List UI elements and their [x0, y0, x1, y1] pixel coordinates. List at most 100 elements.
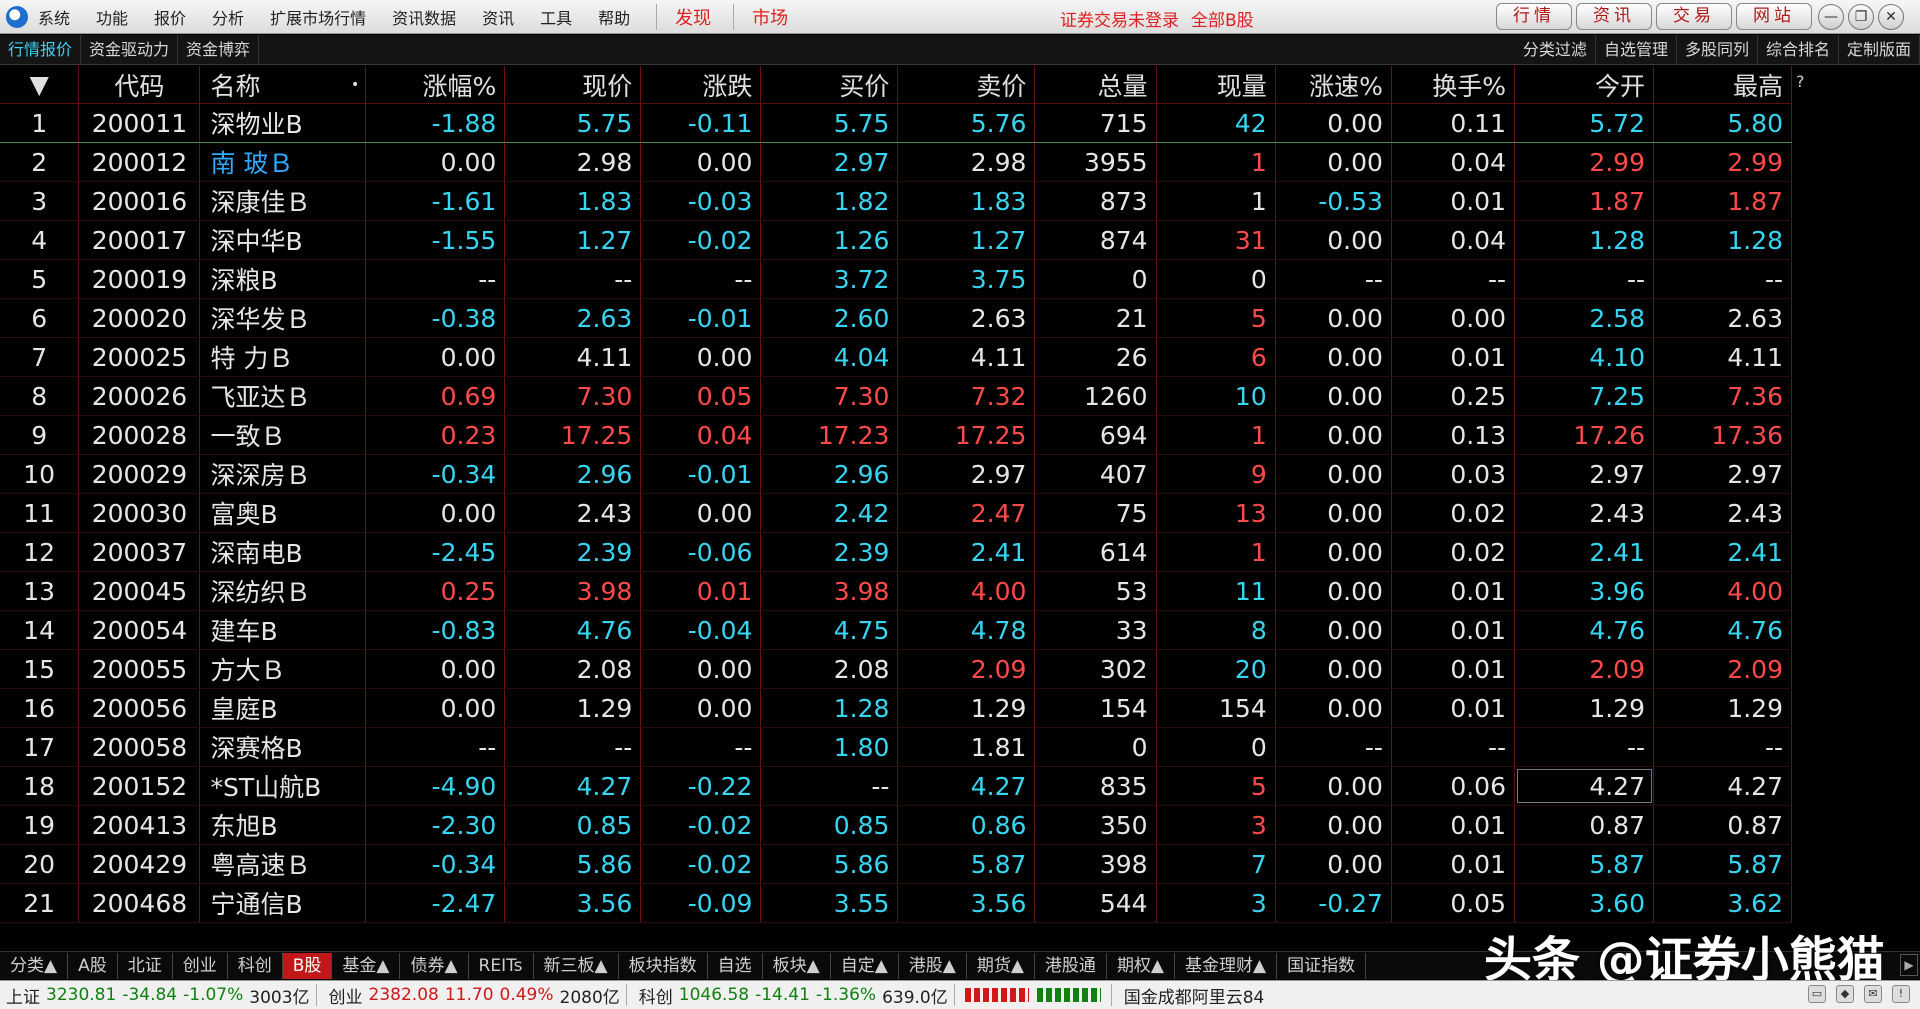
cell-code[interactable]: 200029: [79, 455, 201, 493]
market-tab[interactable]: A股: [68, 952, 118, 979]
cell-code[interactable]: 200025: [79, 338, 201, 376]
col-code[interactable]: 代码: [79, 66, 201, 103]
table-row[interactable]: 11 200030 富奥B 0.00 2.43 0.00 2.42 2.47 75 13 0.00 0…: [0, 494, 1792, 533]
table-row[interactable]: 10 200029 深深房Ｂ -0.34 2.96 -0.01 2.96 2.97 407 9 0.…: [0, 455, 1792, 494]
cell-row-index[interactable]: 11: [0, 494, 80, 532]
market-tab[interactable]: 期货▲: [967, 952, 1035, 979]
cell-row-index[interactable]: 13: [0, 572, 80, 610]
cell-name[interactable]: 深中华B: [200, 221, 367, 259]
col-open[interactable]: 今开: [1515, 66, 1654, 103]
table-row[interactable]: 7 200025 特 力Ｂ 0.00 4.11 0.00 4.04 4.11 26 6 0.00 0.…: [0, 338, 1792, 377]
ranking-button[interactable]: 综合排名: [1758, 35, 1839, 65]
market-tab[interactable]: 新三板▲: [534, 952, 619, 979]
cell-name[interactable]: 南 玻Ｂ: [200, 143, 367, 181]
cell-row-index[interactable]: 1: [0, 104, 80, 142]
col-change[interactable]: 涨跌: [641, 66, 762, 103]
cell-name[interactable]: 宁通信B: [200, 884, 367, 922]
market-tab[interactable]: 港股▲: [899, 952, 967, 979]
cell-code[interactable]: 200011: [79, 104, 201, 142]
table-row[interactable]: 12 200037 深南电B -2.45 2.39 -0.06 2.39 2.41 614 1 0.…: [0, 533, 1792, 572]
cell-row-index[interactable]: 20: [0, 845, 80, 883]
cell-row-index[interactable]: 21: [0, 884, 80, 922]
tab-quote-list[interactable]: 行情报价: [0, 34, 82, 65]
col-turnover[interactable]: 换手%: [1392, 66, 1515, 103]
cell-row-index[interactable]: 5: [0, 260, 80, 298]
market-tab[interactable]: 期权▲: [1107, 952, 1176, 979]
table-row[interactable]: 1 200011 深物业B -1.88 5.75 -0.11 5.75 5.76 715 42 0.…: [0, 104, 1792, 143]
table-row[interactable]: 13 200045 深纺织Ｂ 0.25 3.98 0.01 3.98 4.00 53 11 0.00…: [0, 572, 1792, 611]
table-row[interactable]: 4 200017 深中华B -1.55 1.27 -0.02 1.26 1.27 874 31 0.…: [0, 221, 1792, 260]
market-tab[interactable]: 科创: [228, 952, 283, 979]
table-row[interactable]: 16 200056 皇庭B 0.00 1.29 0.00 1.28 1.29 154 154 0.0…: [0, 689, 1792, 728]
market-tab[interactable]: 分类▲: [0, 952, 69, 979]
cell-name[interactable]: 特 力Ｂ: [200, 338, 367, 376]
menu-system[interactable]: 系统: [38, 5, 70, 29]
tab-capital-drive[interactable]: 资金驱动力: [81, 34, 179, 65]
cell-code[interactable]: 200019: [79, 260, 201, 298]
cell-row-index[interactable]: 4: [0, 221, 80, 259]
col-ask[interactable]: 卖价: [898, 66, 1036, 103]
market-tab[interactable]: 基金理财▲: [1175, 952, 1278, 979]
trade-login-status[interactable]: 证券交易未登录: [1060, 11, 1179, 31]
cell-row-index[interactable]: 7: [0, 338, 80, 376]
cell-row-index[interactable]: 19: [0, 806, 80, 844]
market-tab[interactable]: B股: [282, 952, 333, 979]
cell-name[interactable]: 深南电B: [200, 533, 367, 571]
menu-tools[interactable]: 工具: [540, 5, 572, 29]
cell-code[interactable]: 200030: [79, 494, 201, 532]
cell-name[interactable]: 方大Ｂ: [200, 650, 367, 688]
cell-code[interactable]: 200017: [79, 221, 201, 259]
col-name[interactable]: 名称 •: [200, 66, 367, 103]
market-tab[interactable]: 基金▲: [332, 952, 401, 979]
cell-row-index[interactable]: 3: [0, 182, 80, 220]
cell-row-index[interactable]: 9: [0, 416, 80, 454]
minimize-icon[interactable]: —: [1818, 4, 1844, 30]
tab-capital-game[interactable]: 资金博弈: [178, 34, 260, 65]
market-tab[interactable]: 北证: [118, 952, 173, 979]
cell-code[interactable]: 200152: [79, 767, 201, 805]
cell-name[interactable]: 东旭B: [200, 806, 367, 844]
sh-index-label[interactable]: 上证: [6, 983, 40, 1008]
menu-function[interactable]: 功能: [96, 5, 128, 29]
window-icon[interactable]: ▭: [1808, 985, 1826, 1003]
table-row[interactable]: 3 200016 深康佳Ｂ -1.61 1.83 -0.03 1.82 1.83 873 1 -0.…: [0, 182, 1792, 221]
cell-row-index[interactable]: 17: [0, 728, 80, 766]
menu-quote[interactable]: 报价: [154, 5, 186, 29]
cell-name[interactable]: 深华发Ｂ: [200, 299, 367, 337]
cell-code[interactable]: 200012: [79, 143, 201, 181]
cell-code[interactable]: 200058: [79, 728, 201, 766]
col-bid[interactable]: 买价: [761, 66, 899, 103]
menu-info[interactable]: 资讯: [482, 5, 514, 29]
cell-code[interactable]: 200055: [79, 650, 201, 688]
market-tab[interactable]: 创业: [173, 952, 228, 979]
quotes-button[interactable]: 行情: [1496, 3, 1572, 30]
help-icon[interactable]: ?: [1796, 72, 1805, 91]
cell-row-index[interactable]: 2: [0, 143, 80, 181]
col-high[interactable]: 最高: [1654, 66, 1792, 103]
market-tab[interactable]: 自定▲: [831, 952, 899, 979]
cell-row-index[interactable]: 14: [0, 611, 80, 649]
custom-layout-button[interactable]: 定制版面: [1839, 35, 1920, 65]
menu-discover[interactable]: 发现: [675, 4, 711, 30]
cell-code[interactable]: 200429: [79, 845, 201, 883]
menu-help[interactable]: 帮助: [598, 5, 630, 29]
watchlist-manage-button[interactable]: 自选管理: [1596, 35, 1677, 65]
sort-toggle-icon[interactable]: ▼: [0, 66, 80, 103]
cell-row-index[interactable]: 6: [0, 299, 80, 337]
scroll-right-icon[interactable]: ▶: [1900, 954, 1918, 976]
cell-row-index[interactable]: 8: [0, 377, 80, 415]
menu-info-data[interactable]: 资讯数据: [392, 5, 456, 29]
message-icon[interactable]: ✉: [1864, 985, 1882, 1003]
cell-name[interactable]: 粤高速Ｂ: [200, 845, 367, 883]
table-row[interactable]: 21 200468 宁通信B -2.47 3.56 -0.09 3.55 3.56 544 3 -0…: [0, 884, 1792, 923]
menu-analysis[interactable]: 分析: [212, 5, 244, 29]
cell-name[interactable]: 飞亚达Ｂ: [200, 377, 367, 415]
cell-name[interactable]: 深纺织Ｂ: [200, 572, 367, 610]
col-change-pct[interactable]: 涨幅%: [366, 66, 506, 103]
cell-name[interactable]: 深深房Ｂ: [200, 455, 367, 493]
menu-market[interactable]: 市场: [752, 4, 788, 30]
col-speed[interactable]: 涨速%: [1276, 66, 1392, 103]
cell-code[interactable]: 200468: [79, 884, 201, 922]
cell-code[interactable]: 200026: [79, 377, 201, 415]
cell-name[interactable]: 深赛格B: [200, 728, 367, 766]
